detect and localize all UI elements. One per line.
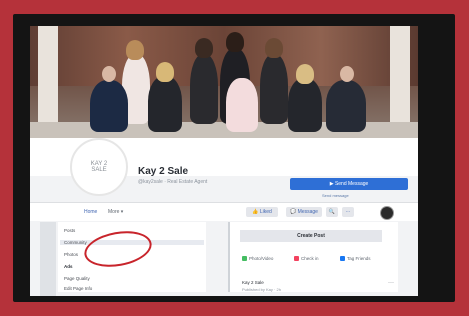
photo-icon: [242, 256, 247, 262]
team-member: [190, 54, 218, 124]
post-author[interactable]: Kay 2 Sale: [242, 280, 264, 285]
option-label: Check in: [301, 256, 319, 261]
team-member: [288, 78, 322, 132]
menu-item[interactable]: Ads: [64, 264, 73, 269]
team-member-hair: [296, 64, 314, 84]
menu-item[interactable]: Edit Page Info: [64, 286, 92, 291]
photo-video-option[interactable]: Photo/Video: [242, 256, 274, 262]
post-options-icon[interactable]: ···: [388, 280, 394, 286]
page-logo[interactable]: KAY 2 SALE: [70, 138, 128, 196]
team-member: [260, 54, 288, 124]
team-member: [326, 80, 366, 132]
like-button[interactable]: 👍 Liked: [246, 207, 278, 217]
cover-photo[interactable]: [30, 26, 418, 138]
page-title: Kay 2 Sale: [138, 166, 189, 177]
side-panel: [40, 222, 56, 296]
menu-item[interactable]: Posts: [64, 228, 75, 233]
team-member-hair: [156, 62, 174, 82]
team-member-hair: [126, 40, 144, 60]
logo-text: SALE: [91, 167, 107, 173]
tag-icon: [340, 256, 345, 262]
tag-friends-option[interactable]: Tag Friends: [340, 256, 371, 262]
post-timestamp: Published by Kay · 2h: [242, 287, 281, 292]
team-member-head: [102, 66, 116, 82]
team-member-hair: [226, 32, 244, 52]
team-member: [226, 78, 258, 132]
menu-item[interactable]: Photos: [64, 252, 78, 257]
option-label: Tag Friends: [347, 256, 371, 261]
option-label: Photo/Video: [249, 256, 274, 261]
page-handle: @kay2sale · Real Estate Agent: [138, 179, 208, 185]
team-member-hair: [195, 38, 213, 58]
team-member: [148, 76, 182, 132]
team-member: [90, 80, 128, 132]
secondary-link[interactable]: Send message: [322, 193, 349, 198]
send-message-button[interactable]: ▶ Send Message: [290, 178, 408, 190]
check-in-option[interactable]: Check in: [294, 256, 319, 262]
message-button[interactable]: 💬 Message: [286, 207, 322, 217]
location-icon: [294, 256, 299, 262]
team-member-head: [340, 66, 354, 82]
search-icon[interactable]: 🔍: [326, 207, 338, 217]
more-icon[interactable]: ···: [342, 207, 354, 217]
team-member-hair: [265, 38, 283, 58]
menu-item[interactable]: Page Quality: [64, 276, 90, 281]
avatar[interactable]: [380, 206, 394, 220]
create-post-header[interactable]: Create Post: [240, 230, 382, 242]
tab-more[interactable]: More ▾: [108, 209, 123, 215]
tab-home[interactable]: Home: [84, 209, 97, 215]
